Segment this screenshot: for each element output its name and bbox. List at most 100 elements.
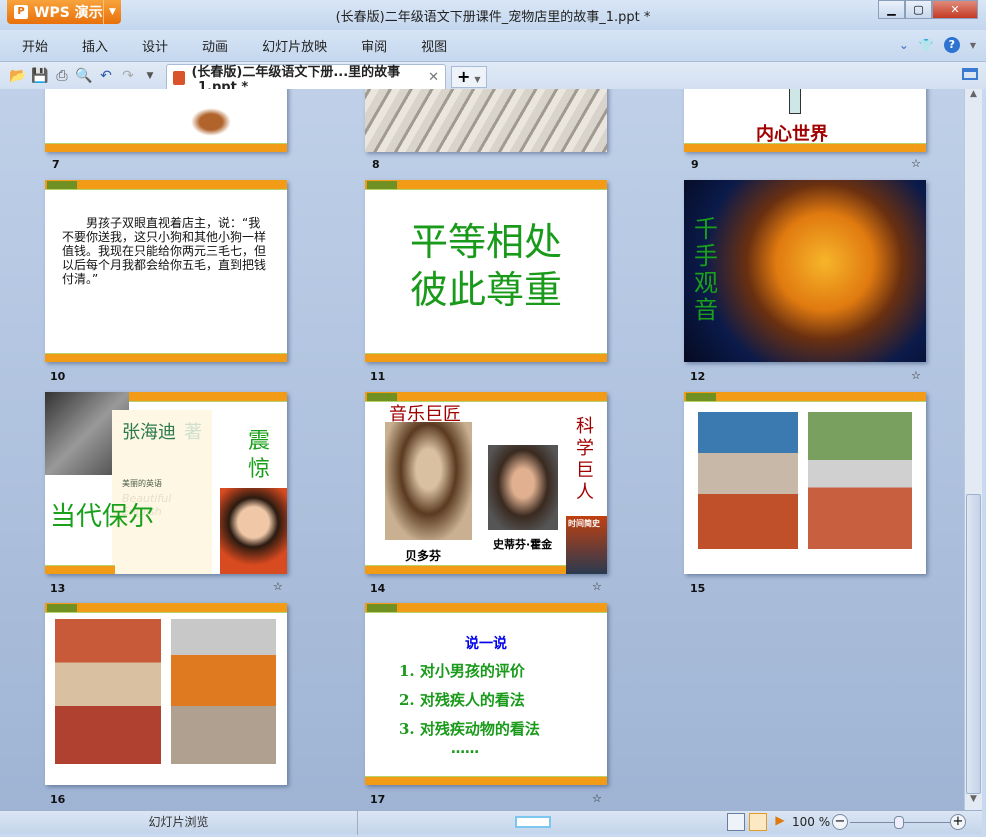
scroll-down-icon[interactable]: ▼ [965, 794, 982, 810]
print-icon[interactable]: ⎙ [52, 66, 72, 86]
slide-number: 17 [370, 793, 386, 806]
hawking-photo [488, 445, 558, 530]
menu-insert[interactable]: 插入 [82, 36, 108, 55]
slide-number: 13 [50, 582, 66, 595]
redo-icon[interactable]: ↷ [118, 66, 138, 86]
maximize-button[interactable]: ▢ [905, 0, 932, 19]
ppt-file-icon [173, 70, 186, 85]
slide-indicator [515, 816, 551, 828]
book-cover: 张海迪 著 美丽的英语 Beautiful English [112, 410, 212, 574]
menu-bar: 开始 插入 设计 动画 幻灯片放映 审阅 视图 ⌄ 👕 ? ▼ [0, 30, 986, 60]
animation-star-icon: ☆ [592, 580, 602, 593]
list-item: 1. 对小男孩的评价 [399, 662, 525, 680]
slide-line-1: 平等相处 [409, 220, 562, 264]
slide-number: 15 [690, 582, 706, 595]
list-item: 3. 对残疾动物的看法 [399, 720, 540, 738]
undo-icon[interactable]: ↶ [96, 66, 116, 86]
quick-toolbar: 📂 💾 ⎙ 🔍 ↶ ↷ ▼ (长春版)二年级语文下册...里的故事_1.ppt … [0, 61, 986, 95]
close-button[interactable]: ✕ [932, 0, 978, 19]
slide-number: 8 [372, 158, 380, 171]
slide-number: 12 [690, 370, 706, 383]
slide-thumbnail-7[interactable] [45, 89, 287, 152]
slide-line-2: 彼此尊重 [409, 268, 562, 312]
slide-sorter: 7 8 内心世界 9 ☆ 男孩子双眼直视着店主，说：“我不要你送我，这只小狗和其… [0, 89, 964, 810]
zoom-in-button[interactable]: + [950, 814, 966, 830]
slide-thumbnail-13[interactable]: 张海迪 著 美丽的英语 Beautiful English 当代保尔 震惊 [45, 392, 287, 574]
dog-image [191, 108, 231, 136]
help-icon[interactable]: ? [943, 37, 960, 53]
window-border [982, 89, 986, 837]
animation-star-icon: ☆ [592, 792, 602, 805]
animation-star-icon: ☆ [911, 157, 921, 170]
menu-design[interactable]: 设计 [142, 36, 168, 55]
book-title: 时间简史 [568, 519, 600, 528]
ellipsis: …… [451, 741, 479, 757]
collapse-ribbon-icon[interactable]: ⌄ [899, 38, 909, 52]
portrait-photo [220, 488, 287, 574]
caption-hawking: 史蒂芬·霍金 [493, 538, 553, 551]
athlete-photo [698, 412, 798, 549]
slide-sorter-view-icon[interactable] [749, 813, 767, 831]
menu-slideshow[interactable]: 幻灯片放映 [262, 36, 327, 55]
animation-star-icon: ☆ [911, 369, 921, 382]
slide-number: 9 [691, 158, 699, 171]
book-title: 美丽的英语 [122, 479, 162, 488]
slide-number: 16 [50, 793, 66, 806]
slideshow-icon[interactable]: ▶ [771, 813, 789, 831]
zoom-out-button[interactable]: − [832, 814, 848, 830]
animation-star-icon: ☆ [273, 580, 283, 593]
arrow-down-icon [789, 89, 801, 114]
slide-thumbnail-15[interactable] [684, 392, 926, 574]
customize-toolbar-icon[interactable]: ▼ [140, 66, 160, 86]
book-cover: 时间简史 [566, 516, 607, 574]
wheelchair-racer-photo [55, 619, 161, 764]
slide-side-text: 震惊 [248, 429, 271, 482]
vertical-scrollbar[interactable]: ▲ ▼ [964, 89, 982, 810]
zoom-level: 100 % [792, 815, 831, 829]
title-bar: P WPS 演示 ▼ (长春版)二年级语文下册课件_宠物店里的故事_1.ppt * … [0, 0, 986, 30]
print-preview-icon[interactable]: 🔍 [74, 66, 94, 86]
slide-title: 当代保尔 [50, 502, 155, 532]
slide-thumbnail-16[interactable] [45, 603, 287, 785]
document-tab[interactable]: (长春版)二年级语文下册...里的故事_1.ppt * ✕ [166, 64, 446, 95]
open-icon[interactable]: 📂 [8, 66, 28, 86]
chevron-down-icon[interactable]: ▼ [970, 41, 976, 50]
save-icon[interactable]: 💾 [30, 66, 50, 86]
slide-number: 14 [370, 582, 386, 595]
new-tab-button[interactable]: + ▼ [451, 66, 487, 88]
puppies-illustration [365, 89, 607, 152]
slide-number: 7 [52, 158, 60, 171]
window-title: (长春版)二年级语文下册课件_宠物店里的故事_1.ppt * [335, 10, 651, 25]
minimize-button[interactable]: ▁ [878, 0, 905, 19]
slide-thumbnail-14[interactable]: 音乐巨匠 科学巨人 贝多芬 史蒂芬·霍金 时间简史 [365, 392, 607, 574]
slide-thumbnail-12[interactable]: 千手观音 [684, 180, 926, 362]
slide-number: 11 [370, 370, 386, 383]
menu-start[interactable]: 开始 [22, 36, 48, 55]
scrollbar-thumb[interactable] [966, 494, 981, 794]
view-mode-label: 幻灯片浏览 [0, 811, 358, 835]
runners-photo [808, 412, 912, 549]
slide-thumbnail-8[interactable] [365, 89, 607, 152]
scroll-up-icon[interactable]: ▲ [965, 89, 982, 105]
list-item: 2. 对残疾人的看法 [399, 691, 525, 709]
slide-title: 千手观音 [694, 215, 718, 324]
beethoven-portrait [385, 422, 472, 540]
slide-thumbnail-17[interactable]: 说一说 1. 对小男孩的评价 2. 对残疾人的看法 3. 对残疾动物的看法 …… [365, 603, 607, 785]
blind-runners-photo [171, 619, 276, 764]
normal-view-icon[interactable] [727, 813, 745, 831]
slide-heading: 说一说 [465, 636, 507, 652]
slide-right-title: 科学巨人 [576, 416, 594, 503]
menu-view[interactable]: 视图 [421, 36, 447, 55]
skin-icon[interactable]: 👕 [919, 38, 934, 52]
slide-body-text: 男孩子双眼直视着店主，说：“我不要你送我，这只小狗和其他小狗一样值钱。我现在只能… [62, 216, 267, 286]
zoom-slider-thumb[interactable] [894, 816, 904, 829]
slide-thumbnail-10[interactable]: 男孩子双眼直视着店主，说：“我不要你送我，这只小狗和其他小狗一样值钱。我现在只能… [45, 180, 287, 362]
close-tab-icon[interactable]: ✕ [428, 70, 439, 85]
menu-animation[interactable]: 动画 [202, 36, 228, 55]
window-layout-icon[interactable] [962, 68, 978, 80]
book-author: 张海迪 [122, 422, 176, 443]
slide-thumbnail-11[interactable]: 平等相处 彼此尊重 [365, 180, 607, 362]
slide-thumbnail-9[interactable]: 内心世界 [684, 89, 926, 152]
menu-review[interactable]: 审阅 [361, 36, 387, 55]
caption-beethoven: 贝多芬 [405, 549, 442, 563]
